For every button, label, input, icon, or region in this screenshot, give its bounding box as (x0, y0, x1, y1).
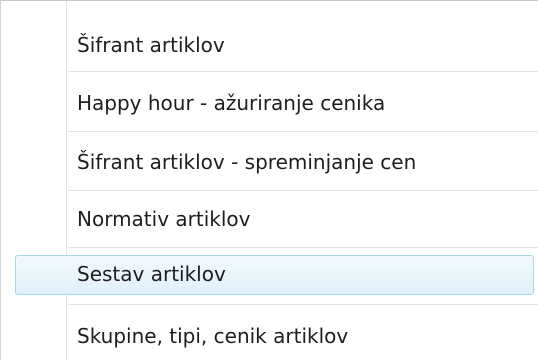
menu-separator-highlight (68, 72, 538, 73)
menu-item-sifrant-spreminjanje-cen[interactable]: Šifrant artiklov - spreminjanje cen (0, 134, 538, 190)
menu-item-sifrant-artiklov[interactable]: Šifrant artiklov (0, 21, 538, 77)
menu-item-label: Happy hour - ažuriranje cenika (77, 91, 386, 115)
menu-item-label: Skupine, tipi, cenik artiklov (77, 324, 349, 348)
menu-item-label: Normativ artiklov (77, 207, 251, 231)
menu-item-skupine-tipi-cenik[interactable]: Skupine, tipi, cenik artiklov (0, 308, 538, 364)
menu-item-sestav-artiklov[interactable]: Sestav artiklov (0, 252, 538, 308)
menu-border-top (0, 0, 538, 1)
context-menu: Šifrant artiklov Happy hour - ažuriranje… (0, 0, 538, 360)
menu-item-normativ-artiklov[interactable]: Normativ artiklov (0, 191, 538, 247)
menu-item-happy-hour[interactable]: Happy hour - ažuriranje cenika (0, 75, 538, 131)
menu-item-label: Šifrant artiklov (77, 33, 225, 57)
menu-separator-highlight (68, 132, 538, 133)
menu-item-label: Šifrant artiklov - spreminjanje cen (77, 150, 417, 174)
menu-item-label: Sestav artiklov (77, 262, 226, 286)
menu-separator-highlight (68, 305, 538, 306)
